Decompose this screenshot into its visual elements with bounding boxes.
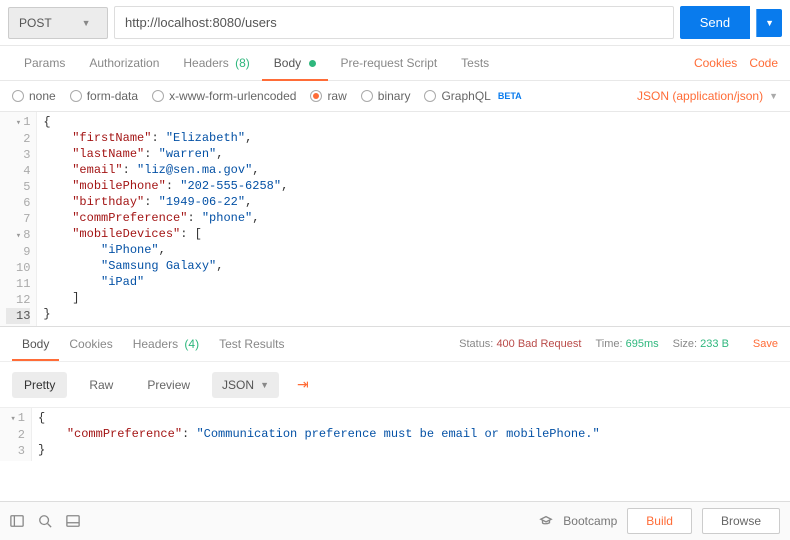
chevron-down-icon: ▼: [769, 91, 778, 101]
http-method-value: POST: [19, 16, 52, 30]
resp-tab-cookies[interactable]: Cookies: [59, 327, 122, 361]
code-content: { "firstName": "Elizabeth", "lastName": …: [37, 112, 294, 326]
resp-tab-headers[interactable]: Headers (4): [123, 327, 209, 361]
http-method-select[interactable]: POST ▼: [8, 7, 108, 39]
size-value: 233 B: [700, 338, 729, 350]
tab-authorization[interactable]: Authorization: [77, 46, 171, 80]
body-type-binary[interactable]: binary: [361, 89, 411, 103]
code-content: { "commPreference": "Communication prefe…: [32, 408, 606, 461]
bootcamp-label[interactable]: Bootcamp: [563, 514, 617, 528]
resp-tab-test-results[interactable]: Test Results: [209, 327, 294, 361]
send-dropdown-button[interactable]: ▼: [756, 9, 782, 37]
wrap-lines-icon[interactable]: ⇥: [289, 370, 317, 399]
console-icon[interactable]: [66, 514, 80, 528]
request-body-editor[interactable]: ▾1234567▾8910111213 { "firstName": "Eliz…: [0, 112, 790, 327]
body-type-raw[interactable]: raw: [310, 89, 346, 103]
status-value: 400 Bad Request: [496, 338, 581, 350]
browse-button[interactable]: Browse: [702, 508, 780, 534]
body-type-row: none form-data x-www-form-urlencoded raw…: [0, 81, 790, 112]
response-format-select[interactable]: JSON ▼: [212, 372, 279, 398]
view-preview[interactable]: Preview: [135, 372, 202, 398]
bootcamp-icon: [539, 514, 553, 528]
view-raw[interactable]: Raw: [77, 372, 125, 398]
request-tabs: Params Authorization Headers (8) Body Pr…: [0, 46, 790, 81]
build-button[interactable]: Build: [627, 508, 692, 534]
response-tabs: Body Cookies Headers (4) Test Results St…: [0, 327, 790, 361]
send-button[interactable]: Send: [680, 6, 750, 39]
url-input[interactable]: [114, 6, 674, 39]
body-type-graphql[interactable]: GraphQLBETA: [424, 89, 521, 103]
response-status-bar: Status: 400 Bad Request Time: 695ms Size…: [459, 338, 778, 350]
content-type-select[interactable]: JSON (application/json) ▼: [637, 89, 778, 103]
tab-body[interactable]: Body: [262, 46, 329, 80]
line-gutter: ▾1234567▾8910111213: [0, 112, 37, 326]
panel-left-icon[interactable]: [10, 514, 24, 528]
tab-params[interactable]: Params: [12, 46, 77, 80]
tab-pre-request[interactable]: Pre-request Script: [328, 46, 449, 80]
search-icon[interactable]: [38, 514, 52, 528]
modified-dot-icon: [309, 60, 316, 67]
request-top-bar: POST ▼ Send ▼: [0, 0, 790, 46]
code-link[interactable]: Code: [749, 56, 778, 70]
body-type-form-data[interactable]: form-data: [70, 89, 138, 103]
chevron-down-icon: ▼: [260, 380, 269, 390]
save-response-link[interactable]: Save: [753, 338, 778, 350]
tab-headers[interactable]: Headers (8): [171, 46, 261, 80]
resp-tab-body[interactable]: Body: [12, 327, 59, 361]
body-type-none[interactable]: none: [12, 89, 56, 103]
view-pretty[interactable]: Pretty: [12, 372, 67, 398]
chevron-down-icon: ▼: [82, 18, 91, 28]
footer-bar: Bootcamp Build Browse: [0, 501, 790, 540]
line-gutter: ▾123: [0, 408, 32, 461]
response-body-editor[interactable]: ▾123 { "commPreference": "Communication …: [0, 408, 790, 461]
cookies-link[interactable]: Cookies: [694, 56, 737, 70]
tab-tests[interactable]: Tests: [449, 46, 501, 80]
time-value: 695ms: [626, 338, 659, 350]
body-type-urlencoded[interactable]: x-www-form-urlencoded: [152, 89, 296, 103]
response-view-row: Pretty Raw Preview JSON ▼ ⇥: [0, 361, 790, 408]
